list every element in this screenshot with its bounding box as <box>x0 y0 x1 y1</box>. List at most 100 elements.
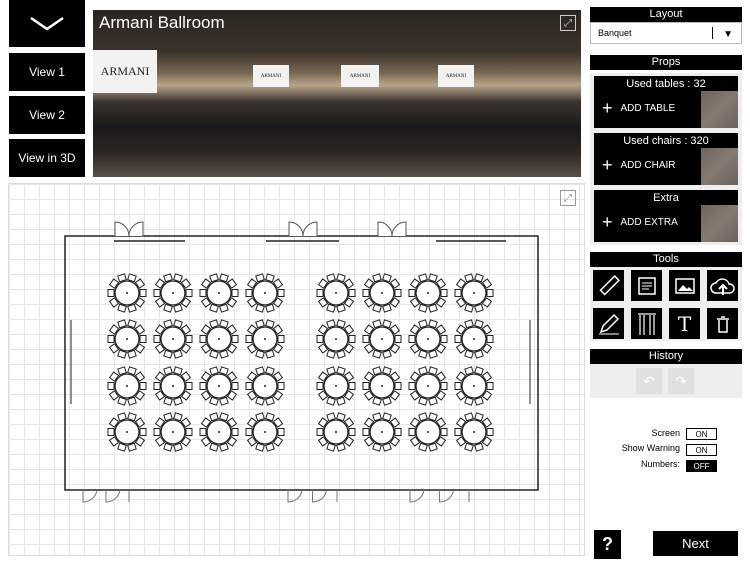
chair <box>408 335 416 343</box>
chair <box>454 289 462 297</box>
screen-toggle[interactable]: ON <box>686 428 717 440</box>
layout-select[interactable]: Banquet ▼ <box>590 22 742 44</box>
notes-tool[interactable] <box>631 270 662 301</box>
chair <box>139 428 147 436</box>
table-center <box>264 431 266 433</box>
chevron-down-icon <box>30 16 64 31</box>
banquet-table <box>153 366 193 406</box>
upload-tool[interactable] <box>707 270 738 301</box>
table-center <box>381 338 383 340</box>
ruler-icon <box>598 274 620 296</box>
table-center <box>264 292 266 294</box>
chair <box>348 428 356 436</box>
view-2-button[interactable]: View 2 <box>9 96 85 134</box>
banquet-table <box>362 366 402 406</box>
banquet-table <box>316 319 356 359</box>
chair <box>153 289 161 297</box>
curtain-tool[interactable] <box>631 308 662 339</box>
table-center <box>335 385 337 387</box>
chair <box>362 289 370 297</box>
table-center <box>264 338 266 340</box>
chair <box>440 382 448 390</box>
ruler-tool[interactable] <box>593 270 624 301</box>
table-center <box>172 385 174 387</box>
history-header: History <box>590 349 742 364</box>
help-button[interactable]: ? <box>594 530 621 559</box>
table-center <box>172 292 174 294</box>
chair <box>231 382 239 390</box>
chair <box>245 382 253 390</box>
view-3d-button[interactable]: View in 3D <box>9 139 85 177</box>
chair <box>454 382 462 390</box>
chair <box>440 289 448 297</box>
add-table-card[interactable]: Used tables : 32 + ADD TABLE <box>594 76 738 128</box>
projection-screen: ARMANI <box>438 65 474 87</box>
banquet-table <box>107 366 147 406</box>
table-center <box>218 385 220 387</box>
door <box>287 489 338 503</box>
numbers-toggle[interactable]: OFF <box>686 460 717 472</box>
banquet-table <box>199 366 239 406</box>
delete-tool[interactable] <box>707 308 738 339</box>
chair <box>362 335 370 343</box>
projection-screen: ARMANI <box>93 50 157 93</box>
table-center <box>473 431 475 433</box>
door <box>82 489 130 503</box>
banquet-table <box>454 273 494 313</box>
chair <box>107 428 115 436</box>
chair <box>139 335 147 343</box>
table-center <box>427 385 429 387</box>
venue-title: Armani Ballroom <box>99 13 225 32</box>
table-center <box>473 385 475 387</box>
chair <box>362 382 370 390</box>
banquet-table <box>153 412 193 452</box>
table-center <box>264 385 266 387</box>
chair <box>153 335 161 343</box>
chair <box>440 335 448 343</box>
image-tool[interactable] <box>669 270 700 301</box>
chair <box>245 335 253 343</box>
table-center <box>473 292 475 294</box>
banquet-table <box>153 319 193 359</box>
image-icon <box>674 277 695 294</box>
table-center <box>381 292 383 294</box>
chair <box>394 382 402 390</box>
add-extra-card[interactable]: Extra + ADD EXTRA <box>594 190 738 242</box>
banquet-table <box>153 273 193 313</box>
banquet-table <box>408 319 448 359</box>
show-warning-toggle[interactable]: ON <box>686 444 717 456</box>
next-button[interactable]: Next <box>653 531 738 556</box>
numbers-label: Numbers: <box>640 459 680 469</box>
expand-icon[interactable]: ⤢ <box>560 15 576 31</box>
banquet-table <box>199 412 239 452</box>
text-tool[interactable]: T <box>669 308 700 339</box>
view-1-button[interactable]: View 1 <box>9 53 85 91</box>
chair <box>454 335 462 343</box>
draw-tool[interactable] <box>593 308 624 339</box>
redo-button[interactable]: ↷ <box>668 368 694 394</box>
menu-toggle-button[interactable] <box>9 0 85 47</box>
add-chair-card[interactable]: Used chairs : 320 + ADD CHAIR <box>594 133 738 185</box>
screen-label: Screen <box>651 428 680 438</box>
chair <box>348 382 356 390</box>
chair <box>139 289 147 297</box>
banquet-table <box>316 273 356 313</box>
chair <box>348 289 356 297</box>
door <box>288 221 318 237</box>
undo-button[interactable]: ↶ <box>636 368 662 394</box>
chair <box>185 289 193 297</box>
banquet-table <box>245 366 285 406</box>
banquet-table <box>107 319 147 359</box>
venue-preview-image: ARMANI ARMANI ARMANI ARMANI Armani Ballr… <box>93 10 581 177</box>
banquet-table <box>245 412 285 452</box>
table-center <box>218 338 220 340</box>
chair <box>316 382 324 390</box>
chair <box>199 382 207 390</box>
table-center <box>126 292 128 294</box>
floor-plan-canvas[interactable]: ⤢ <box>8 183 585 556</box>
chair <box>107 289 115 297</box>
table-center <box>381 431 383 433</box>
banquet-table <box>408 273 448 313</box>
table-center <box>335 338 337 340</box>
chair <box>440 428 448 436</box>
